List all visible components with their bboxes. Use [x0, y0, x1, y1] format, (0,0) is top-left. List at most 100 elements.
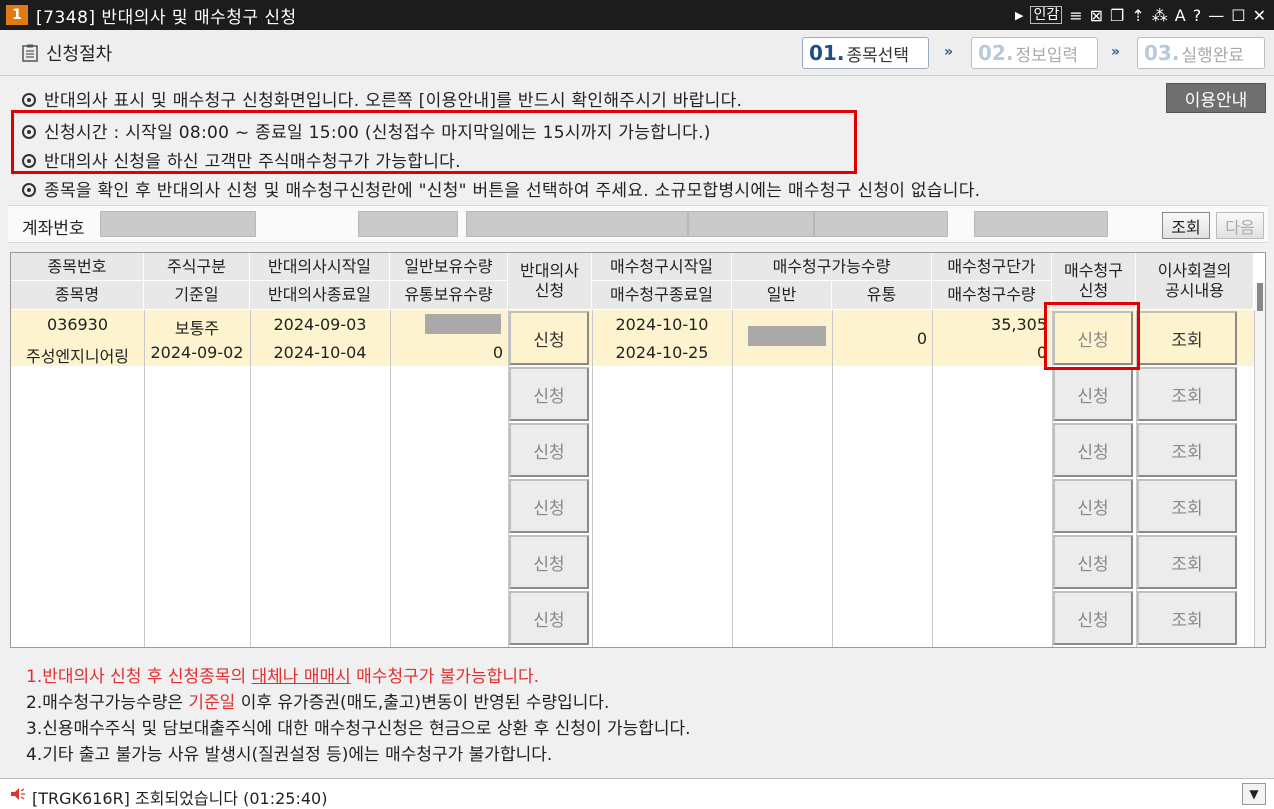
close-icon[interactable]: ✕: [1253, 6, 1266, 25]
cell-stock-code: 036930: [46, 315, 109, 334]
oppose-apply-button[interactable]: 신청: [509, 479, 589, 533]
masked-select[interactable]: [814, 211, 948, 237]
disclosure-view-button[interactable]: 조회: [1137, 535, 1237, 589]
buy-claim-apply-button[interactable]: 신청: [1053, 591, 1133, 645]
oppose-apply-button[interactable]: 신청: [509, 591, 589, 645]
status-message: [TRGK616R] 조회되었습니다 (01:25:40): [32, 789, 328, 808]
minimize-icon[interactable]: —: [1208, 6, 1224, 25]
pin-icon[interactable]: ⇡: [1131, 6, 1144, 25]
disclosure-view-button[interactable]: 조회: [1137, 423, 1237, 477]
cell-buy-qty-dist: 0: [916, 329, 927, 348]
cell-base-date: 2024-09-02: [150, 343, 244, 362]
note-1: 1.반대의사 신청 후 신청종목의 대체나 매매시 매수청구가 불가능합니다.: [26, 667, 540, 687]
maximize-icon[interactable]: ☐: [1231, 6, 1245, 25]
cell-stock-type: 보통주: [174, 319, 220, 338]
cell-buy-quantity: 0: [1036, 343, 1047, 362]
disclosure-view-button[interactable]: 조회: [1137, 591, 1237, 645]
step-label: 실행완료: [1181, 45, 1244, 66]
procedure-header: 신청절차 01. 종목선택 » 02. 정보입력 » 03. 실행완료: [0, 30, 1274, 76]
oppose-apply-button[interactable]: 신청: [509, 311, 589, 365]
step-number: 02.: [978, 41, 1014, 65]
header-stock-name: 종목명: [11, 281, 144, 310]
seal-button[interactable]: 인감: [1030, 6, 1063, 24]
oppose-apply-button[interactable]: 신청: [509, 367, 589, 421]
masked-general-hold: [425, 314, 501, 334]
highlight-box: [1044, 302, 1140, 370]
buy-claim-apply-button[interactable]: 신청: [1053, 367, 1133, 421]
status-bar: [TRGK616R] 조회되었습니다 (01:25:40) ▼: [0, 778, 1274, 809]
highlight-box: [11, 110, 857, 174]
disclosure-view-button[interactable]: 조회: [1137, 311, 1237, 365]
settings-icon[interactable]: ⁂: [1152, 6, 1168, 25]
oppose-apply-button[interactable]: 신청: [509, 423, 589, 477]
header-oppose-apply: 반대의사 신청: [508, 253, 592, 310]
account-number-field[interactable]: [100, 211, 256, 237]
cell-stock-name: 주성엔지니어링: [25, 347, 130, 366]
header-stock-code: 종목번호: [11, 253, 144, 281]
chevron-down-icon[interactable]: ▼: [1242, 783, 1266, 805]
account-row: 계좌번호 조회 다음: [8, 205, 1268, 243]
header-board-disclosure: 이사회결의 공시내용: [1136, 253, 1254, 310]
note-2: 2.매수청구가능수량은 기준일 이후 유가증권(매도,출고)변동이 반영된 수량…: [26, 693, 610, 713]
header-buy-qty-dist: 유통: [832, 281, 932, 310]
header-buy-qty-general: 일반: [732, 281, 832, 310]
step-label: 정보입력: [1015, 45, 1078, 66]
oppose-apply-button[interactable]: 신청: [509, 535, 589, 589]
speaker-icon[interactable]: [10, 787, 26, 801]
next-button[interactable]: 다음: [1216, 212, 1264, 239]
header-base-date: 기준일: [144, 281, 250, 310]
buy-claim-apply-button[interactable]: 신청: [1053, 479, 1133, 533]
cell-buy-end: 2024-10-25: [615, 343, 709, 362]
masked-input[interactable]: [974, 211, 1108, 237]
notice-text: 반대의사 표시 및 매수청구 신청화면입니다. 오른쪽 [이용안내]를 반드시 …: [44, 91, 743, 111]
header-buy-quantity: 매수청구수량: [932, 281, 1052, 310]
notice-line: 반대의사 표시 및 매수청구 신청화면입니다. 오른쪽 [이용안내]를 반드시 …: [22, 86, 742, 111]
disclosure-view-button[interactable]: 조회: [1137, 367, 1237, 421]
query-button[interactable]: 조회: [1162, 212, 1210, 239]
caret-right-icon[interactable]: ▶: [1015, 9, 1023, 22]
buy-claim-apply-button[interactable]: 신청: [1053, 535, 1133, 589]
vertical-scrollbar[interactable]: [1255, 283, 1265, 647]
note-3: 3.신용매수주식 및 담보대출주식에 대한 매수청구신청은 현금으로 상환 후 …: [26, 719, 691, 739]
help-icon[interactable]: ?: [1193, 6, 1202, 25]
step-complete[interactable]: 03. 실행완료: [1137, 37, 1265, 69]
memo-icon[interactable]: ≡: [1069, 6, 1082, 25]
cell-buy-start: 2024-10-10: [615, 315, 709, 334]
header-dist-hold: 유통보유수량: [390, 281, 508, 310]
step-number: 03.: [1144, 41, 1180, 65]
cell-dist-hold: 0: [492, 343, 503, 362]
clipboard-icon: [22, 44, 38, 62]
window-number-badge: 1: [6, 5, 28, 25]
header-stock-type: 주식구분: [144, 253, 250, 281]
step-input-info[interactable]: 02. 정보입력: [971, 37, 1098, 69]
account-label: 계좌번호: [22, 219, 85, 239]
procedure-title: 신청절차: [22, 40, 112, 66]
buy-claim-apply-button[interactable]: 신청: [1053, 423, 1133, 477]
column-divider: [732, 310, 733, 647]
step-label: 종목선택: [846, 45, 909, 66]
header-general-hold: 일반보유수량: [390, 253, 508, 281]
window-title: [7348] 반대의사 및 매수청구 신청: [36, 7, 297, 28]
duplicate-window-icon[interactable]: ❐: [1110, 6, 1124, 25]
header-buy-price: 매수청구단가: [932, 253, 1052, 281]
bullet-icon: [22, 183, 36, 197]
header-buy-end: 매수청구종료일: [592, 281, 732, 310]
title-bar: 1 [7348] 반대의사 및 매수청구 신청 ▶ 인감 ≡ ⊠ ❐ ⇡ ⁂ A…: [0, 0, 1274, 30]
account-name-field: [466, 211, 688, 237]
masked-buy-qty-general: [748, 326, 826, 346]
column-divider: [832, 310, 833, 647]
scrollbar-thumb[interactable]: [1257, 283, 1263, 311]
step-select-item[interactable]: 01. 종목선택: [802, 37, 929, 69]
header-oppose-start: 반대의사시작일: [250, 253, 390, 281]
disclosure-view-button[interactable]: 조회: [1137, 479, 1237, 533]
cell-buy-price: 35,305: [991, 315, 1047, 334]
usage-guide-button[interactable]: 이용안내: [1166, 83, 1266, 113]
note-4: 4.기타 출고 불가능 사유 발생시(질권설정 등)에는 매수청구가 불가합니다…: [26, 745, 553, 765]
font-size-icon[interactable]: A: [1175, 6, 1186, 25]
step-number: 01.: [809, 41, 845, 65]
step-arrow-icon: »: [1111, 44, 1121, 60]
header-buy-qty: 매수청구가능수량: [732, 253, 932, 281]
close-box-icon[interactable]: ⊠: [1090, 6, 1103, 25]
step-arrow-icon: »: [944, 44, 954, 60]
account-password-field[interactable]: [358, 211, 458, 237]
